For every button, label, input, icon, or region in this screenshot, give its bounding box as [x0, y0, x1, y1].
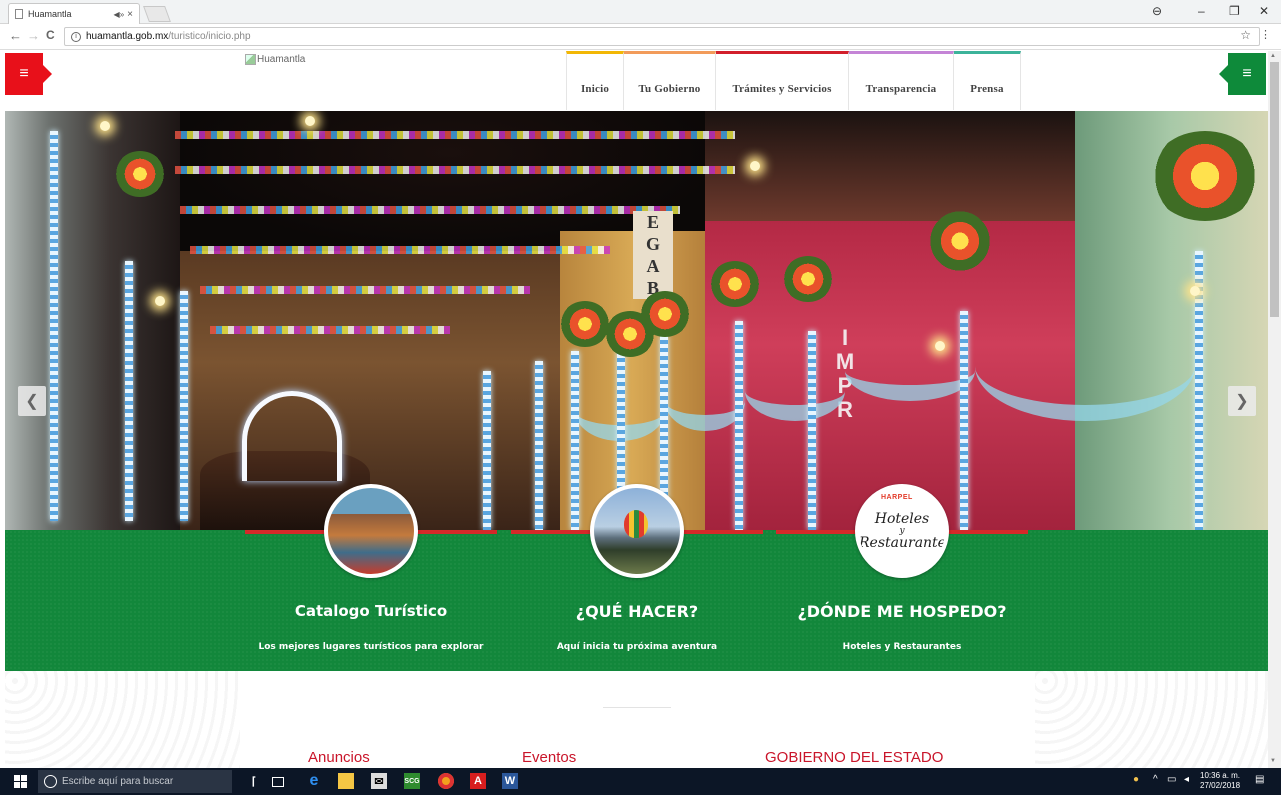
tray-chevron-icon[interactable]: ^ — [1153, 774, 1158, 785]
network-icon[interactable]: ▭ — [1167, 774, 1176, 785]
tab-close-icon[interactable]: × — [127, 9, 133, 20]
hero-sign-gab: EGAB — [633, 211, 673, 299]
address-bar-row: ← → C i huamantla.gob.mx /turistico/inic… — [0, 24, 1281, 50]
notifications-icon[interactable]: ▤ — [1255, 774, 1264, 785]
decorative-pattern — [1035, 671, 1268, 768]
maximize-button[interactable]: ❐ — [1229, 4, 1240, 18]
section-title-eventos: Eventos — [522, 749, 577, 766]
hoteles-logo[interactable]: HARPEL Hoteles y Restaurante — [855, 484, 949, 578]
tray-help-icon[interactable]: ● — [1133, 774, 1139, 785]
left-menu-button[interactable]: ≡ — [5, 53, 52, 95]
back-button[interactable]: ← — [9, 28, 22, 43]
site-logo[interactable]: Huamantla — [245, 54, 305, 65]
reload-button[interactable]: C — [46, 28, 55, 42]
word-icon[interactable]: W — [502, 773, 518, 789]
acrobat-icon[interactable]: A — [470, 773, 486, 789]
close-window-button[interactable]: ✕ — [1259, 4, 1269, 18]
task-view-icon[interactable] — [272, 777, 284, 787]
card-subtitle: Aquí inicia tu próxima aventura — [556, 642, 718, 652]
volume-icon[interactable]: ◂ — [1184, 774, 1189, 785]
forward-button[interactable]: → — [27, 28, 40, 43]
hoteles-logo-arc: HARPEL — [881, 494, 913, 501]
nav-prensa[interactable]: Prensa — [954, 51, 1021, 110]
minimize-button[interactable]: – — [1198, 4, 1205, 18]
hoteles-logo-text: Hoteles y Restaurante — [859, 511, 946, 551]
windows-start-icon[interactable] — [14, 775, 27, 788]
nav-inicio[interactable]: Inicio — [566, 51, 624, 110]
audio-icon[interactable]: ◀» — [114, 10, 125, 19]
card-title[interactable]: ¿QUÉ HACER? — [511, 602, 763, 621]
catalogo-image[interactable] — [324, 484, 418, 578]
hot-air-balloon-image[interactable] — [590, 484, 684, 578]
nav-tu-gobierno[interactable]: Tu Gobierno — [624, 51, 716, 110]
taskbar-search-input[interactable]: Escribe aquí para buscar — [38, 770, 232, 793]
hero-slider-image: EGAB IMPR ❮ ❯ — [5, 111, 1268, 530]
slider-prev-button[interactable]: ❮ — [18, 386, 46, 416]
section-title-gobierno: GOBIERNO DEL ESTADO — [765, 749, 944, 766]
microphone-icon[interactable]: ⌈ — [246, 773, 262, 789]
balloon-icon — [624, 510, 648, 538]
scrollbar-thumb[interactable] — [1270, 62, 1279, 317]
card-title[interactable]: ¿DÓNDE ME HOSPEDO? — [776, 602, 1028, 621]
new-tab-button[interactable] — [143, 6, 171, 22]
scroll-down-arrow[interactable]: ▼ — [1270, 758, 1276, 764]
url-input[interactable]: i huamantla.gob.mx /turistico/inicio.php — [64, 27, 1260, 46]
scg-app-icon[interactable]: SCG — [404, 773, 420, 789]
taskbar-clock[interactable]: 10:36 a. m. 27/02/2018 — [1200, 771, 1240, 791]
profile-icon[interactable]: ⊖ — [1152, 4, 1162, 18]
url-domain: huamantla.gob.mx — [86, 31, 169, 42]
page-icon — [15, 9, 23, 19]
decorative-pattern — [5, 671, 240, 768]
chrome-icon[interactable] — [438, 773, 454, 789]
card-title[interactable]: Catalogo Turístico — [245, 602, 497, 620]
url-path: /turistico/inicio.php — [168, 31, 251, 42]
info-icon[interactable]: i — [71, 31, 81, 42]
windows-taskbar: Escribe aquí para buscar ⌈ e ✉ SCG A W ●… — [0, 768, 1281, 795]
browser-tab-strip: Huamantla ◀» × ⊖ – ❐ ✕ — [0, 0, 1281, 24]
edge-icon[interactable]: e — [306, 772, 322, 789]
slider-next-button[interactable]: ❯ — [1228, 386, 1256, 416]
bookmark-star-icon[interactable]: ☆ — [1240, 28, 1251, 42]
tab-title: Huamantla — [28, 9, 72, 19]
nav-transparencia[interactable]: Transparencia — [849, 51, 954, 110]
logo-alt-text: Huamantla — [257, 54, 306, 65]
nav-tramites-servicios[interactable]: Trámites y Servicios — [716, 51, 849, 110]
section-title-anuncios: Anuncios — [308, 749, 370, 766]
file-explorer-icon[interactable] — [338, 773, 354, 789]
main-nav: Inicio Tu Gobierno Trámites y Servicios … — [566, 51, 1021, 110]
broken-image-icon — [245, 54, 256, 65]
card-subtitle: Hoteles y Restaurantes — [842, 642, 962, 652]
browser-menu-icon[interactable]: ⋮ — [1260, 28, 1271, 41]
card-subtitle: Los mejores lugares turísticos para expl… — [258, 642, 484, 652]
mail-icon[interactable]: ✉ — [371, 773, 387, 789]
scroll-up-arrow[interactable]: ▲ — [1270, 53, 1276, 59]
divider — [603, 707, 671, 708]
browser-tab[interactable]: Huamantla ◀» × — [8, 3, 140, 24]
right-menu-button[interactable]: ≡ — [1219, 53, 1266, 95]
